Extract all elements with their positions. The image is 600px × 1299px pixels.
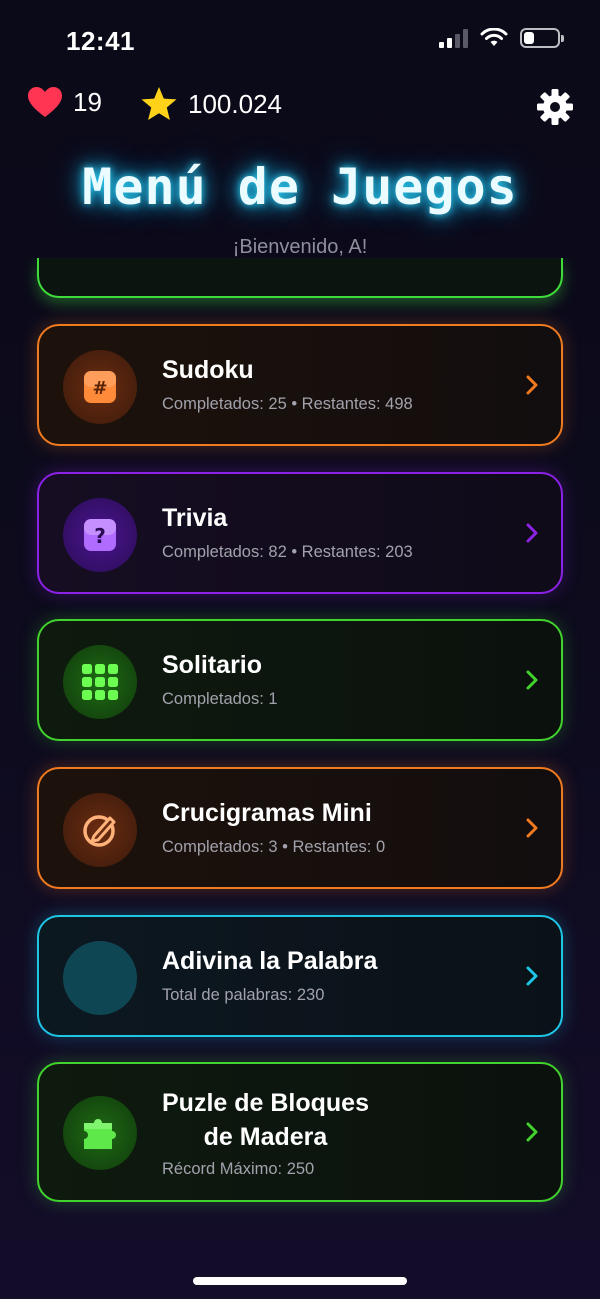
games-list[interactable]: # Sudoku Completados: 25 • Restantes: 49… bbox=[0, 258, 600, 1258]
lives-value: 19 bbox=[73, 86, 102, 117]
game-card-trivia[interactable]: ? Trivia Completados: 82 • Restantes: 20… bbox=[37, 472, 563, 594]
svg-text:?: ? bbox=[94, 524, 106, 548]
sudoku-icon-badge: # bbox=[63, 350, 137, 424]
chevron-right-icon bbox=[526, 818, 538, 838]
game-title: Sudoku bbox=[162, 356, 254, 384]
pencil-circle-icon bbox=[83, 815, 116, 847]
status-time: 12:41 bbox=[66, 26, 135, 56]
game-stats: Completados: 1 bbox=[162, 690, 278, 708]
crucigramas-icon-badge bbox=[63, 793, 137, 867]
chevron-right-icon bbox=[526, 966, 538, 986]
welcome-subtitle: ¡Bienvenido, A! bbox=[232, 236, 368, 258]
trivia-icon-badge: ? bbox=[63, 498, 137, 572]
chevron-right-icon bbox=[526, 375, 538, 395]
game-stats: Completados: 25 • Restantes: 498 bbox=[162, 395, 413, 413]
game-card-sudoku[interactable]: # Sudoku Completados: 25 • Restantes: 49… bbox=[37, 324, 563, 446]
wifi-icon bbox=[480, 28, 508, 46]
svg-text:#: # bbox=[92, 378, 107, 399]
lives-counter: 19 bbox=[27, 86, 102, 118]
adivina-icon-badge bbox=[63, 941, 137, 1015]
page-title: Menú de Juegos bbox=[82, 158, 518, 216]
game-stats: Completados: 82 • Restantes: 203 bbox=[162, 543, 413, 561]
cellular-signal-icon bbox=[439, 28, 468, 48]
stats-bar: 19 100.024 bbox=[0, 86, 600, 130]
game-title: Crucigramas Mini bbox=[162, 799, 372, 827]
game-stats: Completados: 3 • Restantes: 0 bbox=[162, 838, 386, 856]
settings-gear-icon[interactable] bbox=[536, 88, 574, 126]
status-bar: 12:41 bbox=[0, 0, 600, 80]
question-icon: ? bbox=[84, 519, 116, 551]
game-title: Puzle de Bloques de Madera bbox=[162, 1086, 369, 1154]
puzzle-icon bbox=[84, 1119, 116, 1149]
star-icon bbox=[141, 87, 177, 120]
solitario-icon-badge bbox=[63, 645, 137, 719]
game-title-line1: Puzle de Bloques bbox=[162, 1088, 369, 1117]
game-card-adivina-la-palabra[interactable]: Adivina la Palabra Total de palabras: 23… bbox=[37, 915, 563, 1037]
game-title-line2: de Madera bbox=[203, 1122, 328, 1151]
chevron-right-icon bbox=[526, 1122, 538, 1142]
puzle-icon-badge bbox=[63, 1096, 137, 1170]
chevron-right-icon bbox=[526, 523, 538, 543]
game-title: Solitario bbox=[162, 651, 263, 679]
game-card-solitario[interactable]: Solitario Completados: 1 bbox=[37, 619, 563, 741]
grid-icon bbox=[82, 664, 118, 700]
game-stats: Récord Máximo: 250 bbox=[162, 1159, 315, 1178]
game-card-puzle-de-bloques[interactable]: Puzle de Bloques de Madera Récord Máximo… bbox=[37, 1062, 563, 1202]
stars-counter: 100.024 bbox=[140, 86, 282, 122]
stars-value: 100.024 bbox=[188, 88, 282, 119]
heart-icon bbox=[28, 87, 62, 117]
game-stats: Total de palabras: 230 bbox=[162, 986, 325, 1004]
game-title: Adivina la Palabra bbox=[162, 947, 378, 975]
battery-icon bbox=[520, 28, 564, 48]
sudoku-hash-icon: # bbox=[84, 371, 116, 403]
game-card-crucigramas-mini[interactable]: Crucigramas Mini Completados: 3 • Restan… bbox=[37, 767, 563, 889]
home-indicator[interactable] bbox=[193, 1277, 407, 1285]
partial-game-card[interactable] bbox=[37, 258, 563, 298]
game-title: Trivia bbox=[162, 504, 228, 532]
chevron-right-icon bbox=[526, 670, 538, 690]
status-icons bbox=[439, 28, 564, 48]
